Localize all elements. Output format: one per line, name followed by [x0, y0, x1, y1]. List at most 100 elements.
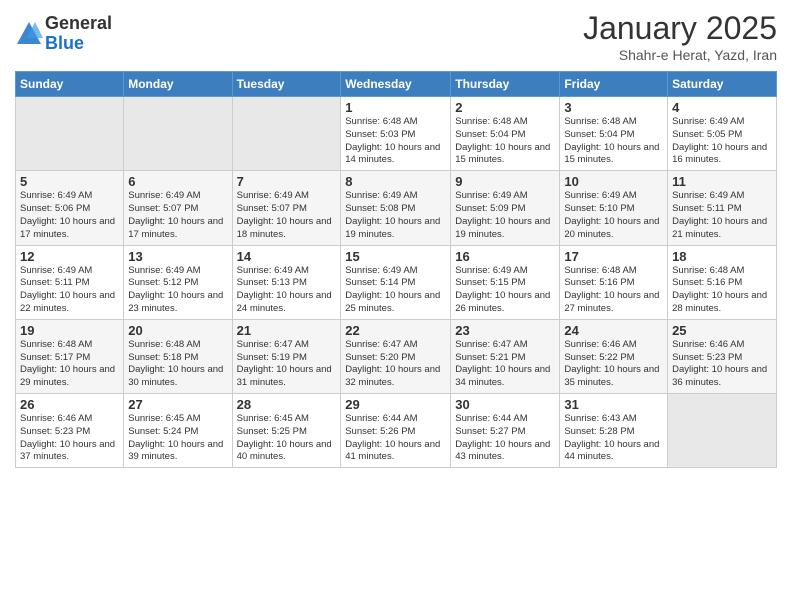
cell-w3-d5: 16Sunrise: 6:49 AMSunset: 5:15 PMDayligh… — [451, 245, 560, 319]
col-wednesday: Wednesday — [341, 72, 451, 97]
cell-w4-d1: 19Sunrise: 6:48 AMSunset: 5:17 PMDayligh… — [16, 319, 124, 393]
day-info-22: Sunrise: 6:47 AMSunset: 5:20 PMDaylight:… — [345, 339, 446, 390]
day-number-3: 3 — [564, 100, 663, 115]
day-info-1: Sunrise: 6:48 AMSunset: 5:03 PMDaylight:… — [345, 116, 446, 167]
col-thursday: Thursday — [451, 72, 560, 97]
cell-w5-d5: 30Sunrise: 6:44 AMSunset: 5:27 PMDayligh… — [451, 394, 560, 468]
day-number-19: 19 — [20, 323, 119, 338]
day-number-6: 6 — [128, 174, 227, 189]
day-number-29: 29 — [345, 397, 446, 412]
logo-general-text: General — [45, 14, 112, 34]
col-friday: Friday — [560, 72, 668, 97]
logo-icon — [15, 20, 43, 48]
header-row: Sunday Monday Tuesday Wednesday Thursday… — [16, 72, 777, 97]
day-number-9: 9 — [455, 174, 555, 189]
cell-w3-d3: 14Sunrise: 6:49 AMSunset: 5:13 PMDayligh… — [232, 245, 341, 319]
day-number-2: 2 — [455, 100, 555, 115]
cell-w2-d2: 6Sunrise: 6:49 AMSunset: 5:07 PMDaylight… — [124, 171, 232, 245]
day-info-4: Sunrise: 6:49 AMSunset: 5:05 PMDaylight:… — [672, 116, 772, 167]
day-number-8: 8 — [345, 174, 446, 189]
logo: General Blue — [15, 14, 112, 54]
day-number-14: 14 — [237, 249, 337, 264]
col-sunday: Sunday — [16, 72, 124, 97]
col-monday: Monday — [124, 72, 232, 97]
week-row-4: 19Sunrise: 6:48 AMSunset: 5:17 PMDayligh… — [16, 319, 777, 393]
day-number-30: 30 — [455, 397, 555, 412]
col-saturday: Saturday — [668, 72, 777, 97]
day-info-26: Sunrise: 6:46 AMSunset: 5:23 PMDaylight:… — [20, 413, 119, 464]
month-title: January 2025 — [583, 10, 777, 47]
day-number-18: 18 — [672, 249, 772, 264]
day-info-21: Sunrise: 6:47 AMSunset: 5:19 PMDaylight:… — [237, 339, 337, 390]
day-number-27: 27 — [128, 397, 227, 412]
cell-w3-d2: 13Sunrise: 6:49 AMSunset: 5:12 PMDayligh… — [124, 245, 232, 319]
day-number-7: 7 — [237, 174, 337, 189]
logo-text: General Blue — [45, 14, 112, 54]
week-row-1: 1Sunrise: 6:48 AMSunset: 5:03 PMDaylight… — [16, 97, 777, 171]
week-row-2: 5Sunrise: 6:49 AMSunset: 5:06 PMDaylight… — [16, 171, 777, 245]
day-info-14: Sunrise: 6:49 AMSunset: 5:13 PMDaylight:… — [237, 265, 337, 316]
cell-w5-d4: 29Sunrise: 6:44 AMSunset: 5:26 PMDayligh… — [341, 394, 451, 468]
cell-w1-d1 — [16, 97, 124, 171]
cell-w4-d5: 23Sunrise: 6:47 AMSunset: 5:21 PMDayligh… — [451, 319, 560, 393]
day-number-24: 24 — [564, 323, 663, 338]
week-row-3: 12Sunrise: 6:49 AMSunset: 5:11 PMDayligh… — [16, 245, 777, 319]
cell-w1-d3 — [232, 97, 341, 171]
cell-w1-d2 — [124, 97, 232, 171]
cell-w3-d7: 18Sunrise: 6:48 AMSunset: 5:16 PMDayligh… — [668, 245, 777, 319]
day-info-25: Sunrise: 6:46 AMSunset: 5:23 PMDaylight:… — [672, 339, 772, 390]
day-number-11: 11 — [672, 174, 772, 189]
day-number-5: 5 — [20, 174, 119, 189]
day-info-5: Sunrise: 6:49 AMSunset: 5:06 PMDaylight:… — [20, 190, 119, 241]
day-info-8: Sunrise: 6:49 AMSunset: 5:08 PMDaylight:… — [345, 190, 446, 241]
day-info-16: Sunrise: 6:49 AMSunset: 5:15 PMDaylight:… — [455, 265, 555, 316]
cell-w5-d2: 27Sunrise: 6:45 AMSunset: 5:24 PMDayligh… — [124, 394, 232, 468]
cell-w4-d3: 21Sunrise: 6:47 AMSunset: 5:19 PMDayligh… — [232, 319, 341, 393]
day-number-25: 25 — [672, 323, 772, 338]
calendar-table: Sunday Monday Tuesday Wednesday Thursday… — [15, 71, 777, 468]
cell-w5-d7 — [668, 394, 777, 468]
cell-w4-d2: 20Sunrise: 6:48 AMSunset: 5:18 PMDayligh… — [124, 319, 232, 393]
location-subtitle: Shahr-e Herat, Yazd, Iran — [583, 47, 777, 63]
day-info-7: Sunrise: 6:49 AMSunset: 5:07 PMDaylight:… — [237, 190, 337, 241]
day-number-1: 1 — [345, 100, 446, 115]
day-number-17: 17 — [564, 249, 663, 264]
day-number-10: 10 — [564, 174, 663, 189]
day-info-11: Sunrise: 6:49 AMSunset: 5:11 PMDaylight:… — [672, 190, 772, 241]
day-info-17: Sunrise: 6:48 AMSunset: 5:16 PMDaylight:… — [564, 265, 663, 316]
week-row-5: 26Sunrise: 6:46 AMSunset: 5:23 PMDayligh… — [16, 394, 777, 468]
cell-w3-d1: 12Sunrise: 6:49 AMSunset: 5:11 PMDayligh… — [16, 245, 124, 319]
logo-blue-text: Blue — [45, 34, 112, 54]
cell-w5-d3: 28Sunrise: 6:45 AMSunset: 5:25 PMDayligh… — [232, 394, 341, 468]
cell-w5-d6: 31Sunrise: 6:43 AMSunset: 5:28 PMDayligh… — [560, 394, 668, 468]
day-info-6: Sunrise: 6:49 AMSunset: 5:07 PMDaylight:… — [128, 190, 227, 241]
day-info-2: Sunrise: 6:48 AMSunset: 5:04 PMDaylight:… — [455, 116, 555, 167]
day-number-12: 12 — [20, 249, 119, 264]
day-info-20: Sunrise: 6:48 AMSunset: 5:18 PMDaylight:… — [128, 339, 227, 390]
cell-w2-d4: 8Sunrise: 6:49 AMSunset: 5:08 PMDaylight… — [341, 171, 451, 245]
day-info-24: Sunrise: 6:46 AMSunset: 5:22 PMDaylight:… — [564, 339, 663, 390]
day-number-23: 23 — [455, 323, 555, 338]
day-info-12: Sunrise: 6:49 AMSunset: 5:11 PMDaylight:… — [20, 265, 119, 316]
cell-w1-d4: 1Sunrise: 6:48 AMSunset: 5:03 PMDaylight… — [341, 97, 451, 171]
day-info-15: Sunrise: 6:49 AMSunset: 5:14 PMDaylight:… — [345, 265, 446, 316]
cell-w1-d7: 4Sunrise: 6:49 AMSunset: 5:05 PMDaylight… — [668, 97, 777, 171]
cell-w2-d5: 9Sunrise: 6:49 AMSunset: 5:09 PMDaylight… — [451, 171, 560, 245]
day-info-29: Sunrise: 6:44 AMSunset: 5:26 PMDaylight:… — [345, 413, 446, 464]
day-number-22: 22 — [345, 323, 446, 338]
cell-w4-d6: 24Sunrise: 6:46 AMSunset: 5:22 PMDayligh… — [560, 319, 668, 393]
day-number-21: 21 — [237, 323, 337, 338]
day-info-10: Sunrise: 6:49 AMSunset: 5:10 PMDaylight:… — [564, 190, 663, 241]
calendar-body: 1Sunrise: 6:48 AMSunset: 5:03 PMDaylight… — [16, 97, 777, 468]
cell-w1-d6: 3Sunrise: 6:48 AMSunset: 5:04 PMDaylight… — [560, 97, 668, 171]
day-info-28: Sunrise: 6:45 AMSunset: 5:25 PMDaylight:… — [237, 413, 337, 464]
cell-w1-d5: 2Sunrise: 6:48 AMSunset: 5:04 PMDaylight… — [451, 97, 560, 171]
day-info-30: Sunrise: 6:44 AMSunset: 5:27 PMDaylight:… — [455, 413, 555, 464]
cell-w2-d1: 5Sunrise: 6:49 AMSunset: 5:06 PMDaylight… — [16, 171, 124, 245]
day-number-16: 16 — [455, 249, 555, 264]
day-info-9: Sunrise: 6:49 AMSunset: 5:09 PMDaylight:… — [455, 190, 555, 241]
day-info-3: Sunrise: 6:48 AMSunset: 5:04 PMDaylight:… — [564, 116, 663, 167]
day-info-31: Sunrise: 6:43 AMSunset: 5:28 PMDaylight:… — [564, 413, 663, 464]
day-info-27: Sunrise: 6:45 AMSunset: 5:24 PMDaylight:… — [128, 413, 227, 464]
cell-w3-d4: 15Sunrise: 6:49 AMSunset: 5:14 PMDayligh… — [341, 245, 451, 319]
